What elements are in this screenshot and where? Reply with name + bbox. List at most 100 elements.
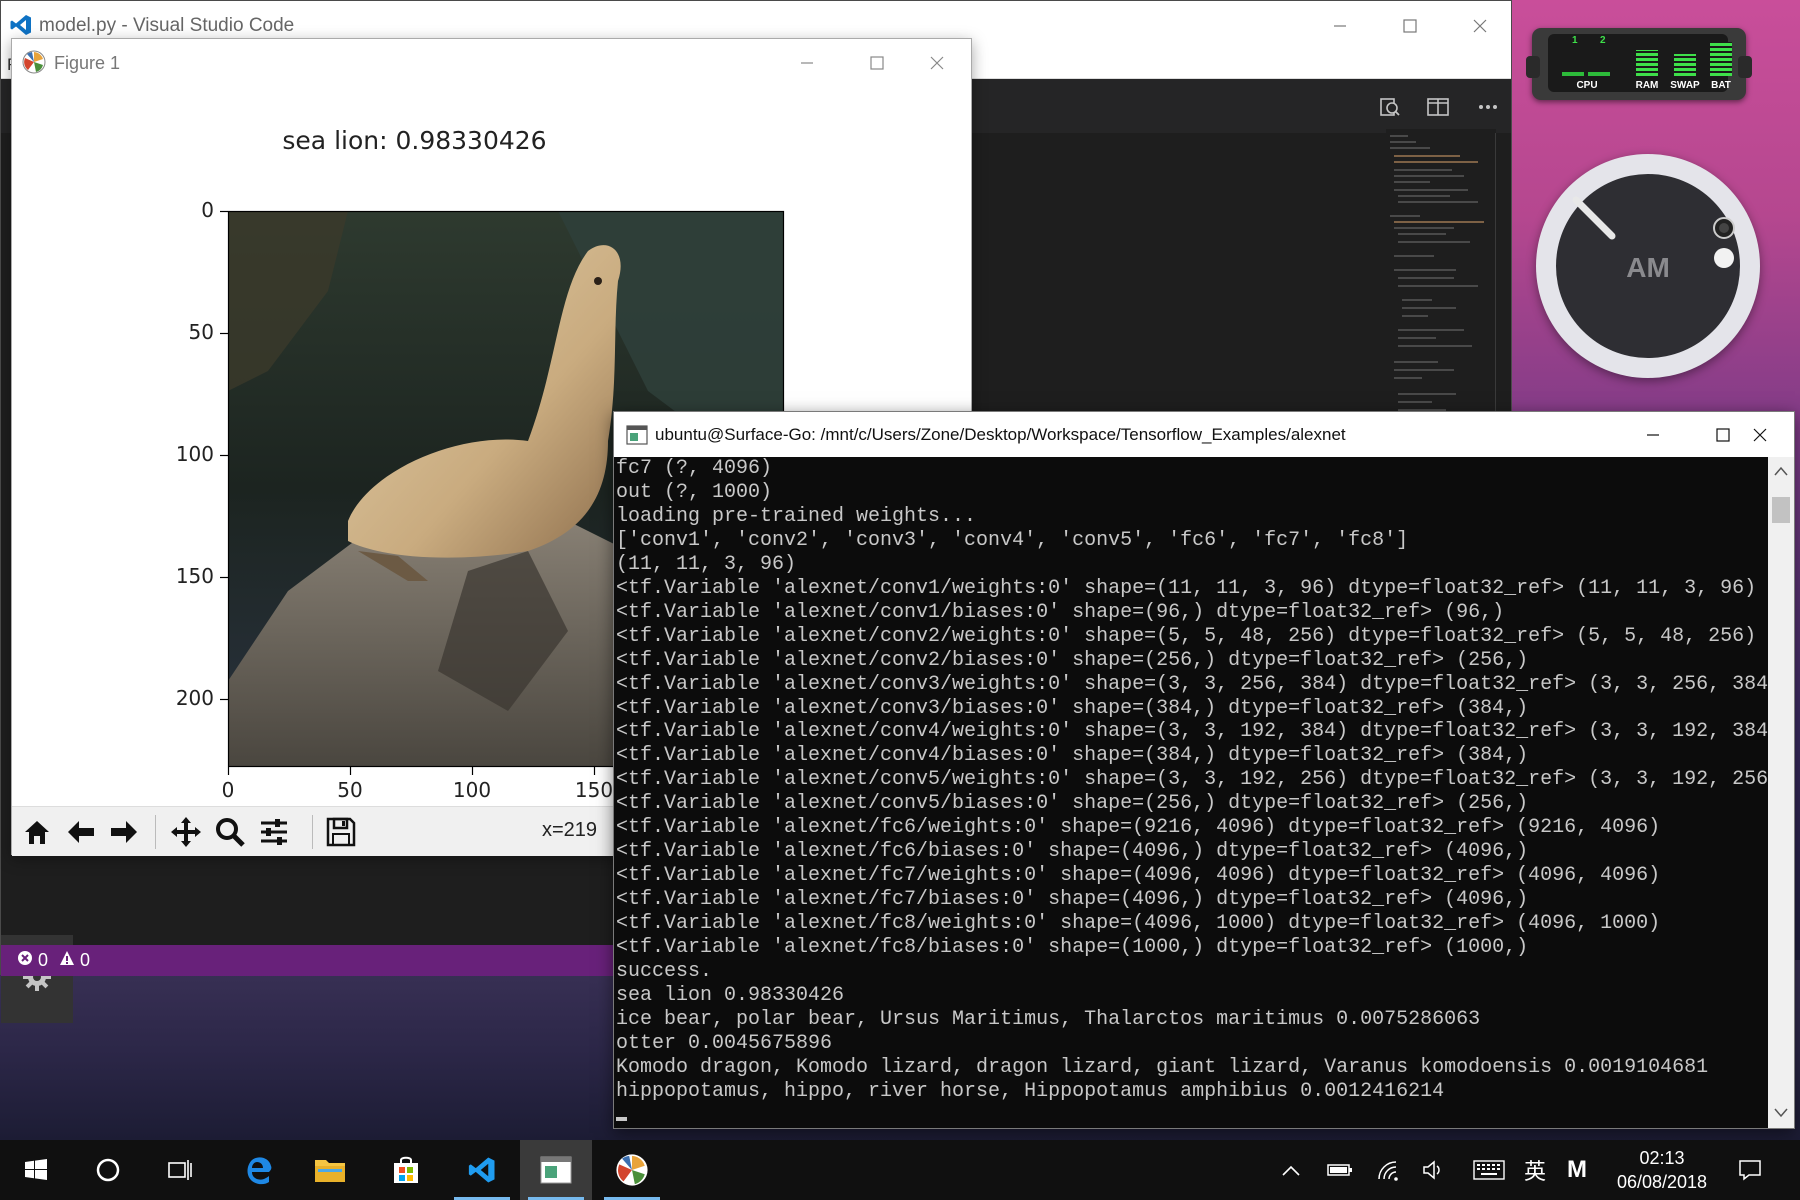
terminal-line: <tf.Variable 'alexnet/fc7/weights:0' sha…: [616, 864, 1661, 888]
terminal-line: success.: [616, 960, 713, 984]
ime-mode-indicator[interactable]: M: [1560, 1140, 1594, 1200]
task-view-icon[interactable]: [144, 1140, 216, 1200]
pan-move-icon[interactable]: [167, 813, 205, 851]
terminal-line: loading pre-trained weights...: [616, 504, 977, 528]
terminal-line: <tf.Variable 'alexnet/conv5/weights:0' s…: [616, 768, 1768, 792]
save-floppy-icon[interactable]: [322, 813, 360, 851]
touch-keyboard-icon[interactable]: [1466, 1140, 1512, 1200]
back-arrow-icon[interactable]: [62, 813, 100, 851]
y-tick-label: 50: [188, 320, 214, 344]
file-explorer-icon[interactable]: [294, 1140, 366, 1200]
y-tick-label: 0: [201, 198, 214, 222]
y-tick-label: 100: [175, 442, 214, 466]
battery-bar: [1710, 42, 1732, 76]
vscode-maximize-button[interactable]: [1375, 1, 1445, 51]
figure-title: Figure 1: [54, 53, 121, 73]
terminal-close-button[interactable]: [1725, 412, 1795, 457]
terminal-line: (11, 11, 3, 96): [616, 552, 797, 576]
terminal-scrollbar[interactable]: [1768, 457, 1794, 1128]
error-count: 0: [38, 950, 49, 970]
battery-icon[interactable]: [1320, 1140, 1360, 1200]
terminal-line: sea lion 0.98330426: [616, 983, 845, 1007]
start-windows-icon[interactable]: [0, 1140, 72, 1200]
show-hidden-icons-chevron-icon[interactable]: [1274, 1140, 1308, 1200]
y-tick-label: 150: [175, 564, 214, 588]
x-tick-label: 0: [221, 778, 235, 802]
terminal-line: <tf.Variable 'alexnet/conv2/biases:0' sh…: [616, 648, 1529, 672]
taskbar-time: 02:13: [1639, 1148, 1685, 1168]
terminal-line: hippopotamus, hippo, river horse, Hippop…: [616, 1079, 1445, 1103]
taskbar: 英 M 02:13 06/08/2018: [0, 1140, 1800, 1200]
figure-close-button[interactable]: [902, 39, 972, 86]
system-meter-widget[interactable]: 1 2 CPU RAM SWAP BAT: [1526, 28, 1752, 100]
configure-subplots-icon[interactable]: [255, 813, 293, 851]
wifi-network-icon[interactable]: [1368, 1140, 1408, 1200]
warning-count: 0: [80, 950, 91, 970]
cpu-bar-1: [1562, 72, 1584, 76]
cortana-search-icon[interactable]: [72, 1140, 144, 1200]
split-editor-icon[interactable]: [1422, 91, 1454, 123]
meter-right-knob: [1738, 56, 1752, 78]
error-icon: [17, 950, 33, 971]
volume-speaker-icon[interactable]: [1414, 1140, 1454, 1200]
meter-core1-label: 1: [1572, 35, 1578, 46]
vscode-minimize-button[interactable]: [1305, 1, 1375, 51]
terminal-line: fc7 (?, 4096): [616, 457, 773, 480]
zoom-magnifier-icon[interactable]: [211, 813, 249, 851]
store-icon[interactable]: [370, 1140, 442, 1200]
terminal-line: <tf.Variable 'alexnet/fc8/biases:0' shap…: [616, 936, 1529, 960]
clock-widget[interactable]: AM: [1536, 154, 1760, 378]
terminal-line: <tf.Variable 'alexnet/conv4/biases:0' sh…: [616, 744, 1529, 768]
forward-arrow-icon[interactable]: [105, 813, 143, 851]
figure-minimize-button[interactable]: [772, 39, 842, 86]
terminal-line: <tf.Variable 'alexnet/conv3/weights:0' s…: [616, 672, 1768, 696]
terminal-line: out (?, 1000): [616, 480, 773, 504]
taskbar-clock[interactable]: 02:13 06/08/2018: [1592, 1146, 1732, 1194]
action-center-notification-icon[interactable]: [1730, 1140, 1770, 1200]
clock-hands: [1572, 196, 1735, 268]
open-changes-icon[interactable]: [1374, 91, 1406, 123]
terminal-line: <tf.Variable 'alexnet/conv1/biases:0' sh…: [616, 600, 1505, 624]
terminal-titlebar[interactable]: ubuntu@Surface-Go: /mnt/c/Users/Zone/Des…: [614, 412, 1794, 457]
scroll-up-icon[interactable]: [1774, 463, 1788, 481]
meter-left-knob: [1526, 56, 1540, 78]
terminal-window[interactable]: ubuntu@Surface-Go: /mnt/c/Users/Zone/Des…: [613, 411, 1795, 1129]
ime-language-indicator[interactable]: 英: [1518, 1140, 1552, 1200]
ram-label: RAM: [1635, 80, 1659, 91]
home-icon[interactable]: [18, 813, 56, 851]
swap-bar: [1674, 54, 1696, 76]
taskbar-vscode-icon[interactable]: [446, 1140, 518, 1200]
terminal-line: <tf.Variable 'alexnet/conv3/biases:0' sh…: [616, 696, 1529, 720]
terminal-line: <tf.Variable 'alexnet/conv4/weights:0' s…: [616, 720, 1768, 744]
cursor-coordinate-readout: x=219: [542, 819, 598, 841]
more-actions-icon[interactable]: [1472, 91, 1504, 123]
x-tick-label: 100: [452, 778, 492, 802]
taskbar-date: 06/08/2018: [1616, 1172, 1708, 1192]
toolbar-separator: [155, 815, 156, 849]
toolbar-separator: [312, 815, 313, 849]
terminal-line: Komodo dragon, Komodo lizard, dragon liz…: [616, 1055, 1709, 1079]
terminal-text: fc7 (?, 4096) out (?, 1000) loading pre-…: [614, 457, 1768, 1104]
cpu-bar-2: [1588, 72, 1610, 76]
terminal-line: <tf.Variable 'alexnet/fc6/weights:0' sha…: [616, 816, 1661, 840]
taskbar-figure-icon[interactable]: [596, 1140, 668, 1200]
problems-indicator[interactable]: 0 0: [17, 950, 90, 971]
terminal-line: <tf.Variable 'alexnet/fc7/biases:0' shap…: [616, 888, 1529, 912]
meter-core2-label: 2: [1600, 35, 1606, 46]
edge-browser-icon[interactable]: [222, 1140, 294, 1200]
scroll-down-icon[interactable]: [1774, 1105, 1788, 1123]
terminal-line: ['conv1', 'conv2', 'conv3', 'conv4', 'co…: [616, 528, 1409, 552]
terminal-line: otter 0.0045675896: [616, 1031, 833, 1055]
terminal-title: ubuntu@Surface-Go: /mnt/c/Users/Zone/Des…: [655, 425, 1346, 444]
vscode-close-button[interactable]: [1445, 1, 1515, 51]
terminal-window-icon: [626, 425, 648, 450]
ram-bar: [1636, 50, 1658, 76]
terminal-output[interactable]: fc7 (?, 4096) out (?, 1000) loading pre-…: [614, 457, 1768, 1128]
taskbar-terminal-icon[interactable]: [520, 1140, 592, 1200]
matplotlib-logo-icon: [22, 50, 46, 79]
scrollbar-thumb[interactable]: [1772, 497, 1790, 523]
x-tick-label: 50: [337, 778, 363, 802]
terminal-minimize-button[interactable]: [1618, 412, 1688, 457]
figure-titlebar[interactable]: Figure 1: [12, 39, 971, 86]
y-tick-label: 200: [175, 686, 214, 710]
